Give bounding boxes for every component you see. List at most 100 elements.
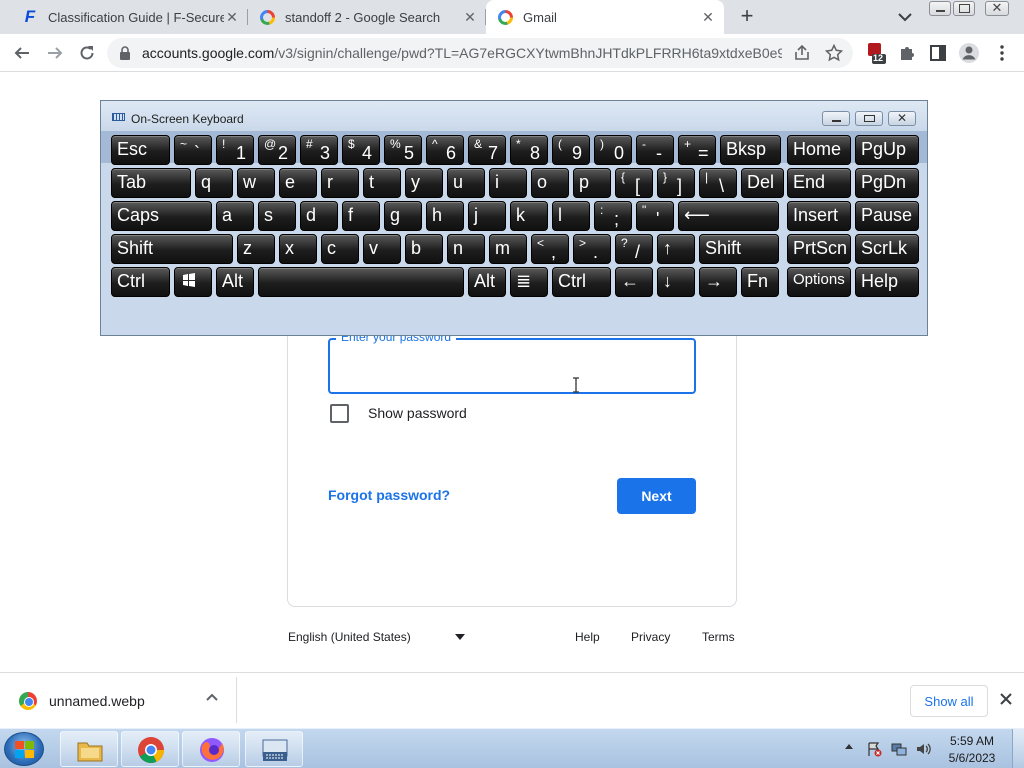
key-scrlk[interactable]: ScrLk	[855, 234, 919, 264]
tab-standoff-2-google-search[interactable]: standoff 2 - Google Search ✕	[248, 0, 486, 34]
clock-time[interactable]: 5:59 AM	[946, 734, 998, 748]
forgot-password-link[interactable]: Forgot password?	[328, 487, 450, 503]
forward-button[interactable]	[44, 42, 66, 64]
password-input[interactable]	[328, 338, 696, 394]
key-help[interactable]: Help	[855, 267, 919, 297]
key-i[interactable]: i	[489, 168, 527, 198]
chrome-menu-button[interactable]	[991, 42, 1013, 64]
key-prtscn[interactable]: PrtScn	[787, 234, 851, 264]
key-b[interactable]: b	[405, 234, 443, 264]
volume-icon[interactable]	[915, 741, 931, 757]
key-3[interactable]: #3	[300, 135, 338, 165]
key-esc[interactable]: Esc	[111, 135, 170, 165]
key-6[interactable]: ^ 6	[426, 135, 464, 165]
key-shift[interactable]: Shift	[699, 234, 779, 264]
back-button[interactable]	[11, 42, 33, 64]
extensions-button[interactable]	[896, 42, 918, 64]
key-pgdn[interactable]: PgDn	[855, 168, 919, 198]
address-bar[interactable]: accounts.google.com/v3/signin/challenge/…	[107, 38, 853, 68]
key-right-arrow[interactable]: →	[699, 267, 737, 297]
key-w[interactable]: w	[237, 168, 275, 198]
key-up-arrow[interactable]: ↑	[657, 234, 695, 264]
download-file-name[interactable]: unnamed.webp	[49, 693, 145, 709]
network-icon[interactable]	[891, 741, 907, 757]
key-e[interactable]: e	[279, 168, 317, 198]
show-hidden-icons-button[interactable]	[845, 744, 853, 749]
key--[interactable]: >.	[573, 234, 611, 264]
key-4[interactable]: $4	[342, 135, 380, 165]
key-d[interactable]: d	[300, 201, 338, 231]
chevron-up-icon[interactable]	[205, 690, 219, 704]
key-caps[interactable]: Caps	[111, 201, 212, 231]
window-close-button[interactable]: ✕	[985, 0, 1009, 16]
key-shift[interactable]: Shift	[111, 234, 233, 264]
key-fn[interactable]: Fn	[741, 267, 779, 297]
key-a[interactable]: a	[216, 201, 254, 231]
dropdown-arrow-icon[interactable]	[455, 634, 465, 640]
key-9[interactable]: (9	[552, 135, 590, 165]
key-options[interactable]: Options	[787, 267, 851, 297]
osk-restore-button[interactable]	[855, 111, 883, 126]
footer-terms-link[interactable]: Terms	[702, 630, 735, 644]
footer-help-link[interactable]: Help	[575, 630, 600, 644]
key-y[interactable]: y	[405, 168, 443, 198]
close-icon[interactable]: ✕	[224, 9, 240, 25]
bookmark-star-button[interactable]	[823, 42, 845, 64]
key-c[interactable]: c	[321, 234, 359, 264]
key-2[interactable]: @2	[258, 135, 296, 165]
show-password-label[interactable]: Show password	[368, 405, 467, 421]
key-g[interactable]: g	[384, 201, 422, 231]
close-icon[interactable]: ✕	[462, 9, 478, 25]
key-z[interactable]: z	[237, 234, 275, 264]
extension-fsecure-button[interactable]: 12	[865, 42, 887, 64]
window-restore-button[interactable]	[953, 1, 975, 16]
osk-titlebar[interactable]: On-Screen Keyboard ✕	[101, 101, 927, 131]
language-selector[interactable]: English (United States)	[288, 630, 411, 644]
window-minimize-button[interactable]	[929, 1, 951, 16]
key-1[interactable]: ! 1	[216, 135, 254, 165]
key-x[interactable]: x	[279, 234, 317, 264]
next-button[interactable]: Next	[617, 478, 696, 514]
key-0[interactable]: ) 0	[594, 135, 632, 165]
key-tab[interactable]: Tab	[111, 168, 191, 198]
key-q[interactable]: q	[195, 168, 233, 198]
key-del[interactable]: Del	[741, 168, 784, 198]
key-p[interactable]: p	[573, 168, 611, 198]
key--[interactable]: ~ `	[174, 135, 212, 165]
key-r[interactable]: r	[321, 168, 359, 198]
key-7[interactable]: & 7	[468, 135, 506, 165]
profile-button[interactable]	[958, 42, 980, 64]
key-l[interactable]: l	[552, 201, 590, 231]
on-screen-keyboard-taskbar-button[interactable]	[245, 731, 303, 767]
key-k[interactable]: k	[510, 201, 548, 231]
tab-gmail[interactable]: Gmail ✕	[486, 0, 724, 34]
key-5[interactable]: % 5	[384, 135, 422, 165]
key--[interactable]: {[	[615, 168, 653, 198]
key--[interactable]: + =	[678, 135, 716, 165]
key-bksp[interactable]: Bksp	[720, 135, 781, 165]
key-f[interactable]: f	[342, 201, 380, 231]
show-all-downloads-button[interactable]: Show all	[910, 685, 988, 717]
key-ctrl[interactable]: Ctrl	[111, 267, 170, 297]
key-enter[interactable]: ⟵	[678, 201, 779, 231]
close-icon[interactable]	[998, 691, 1014, 707]
action-center-flag-icon[interactable]	[866, 741, 882, 757]
tab-classification-guide-f-secure[interactable]: F Classification Guide | F-Secure ✕	[10, 0, 248, 34]
close-icon[interactable]: ✕	[700, 9, 716, 25]
tab-search-button[interactable]	[895, 8, 915, 26]
key-o[interactable]: o	[531, 168, 569, 198]
chrome-taskbar-button[interactable]	[121, 731, 179, 767]
key-context-menu[interactable]: ≣	[510, 267, 548, 297]
key-8[interactable]: * 8	[510, 135, 548, 165]
key--[interactable]: <,	[531, 234, 569, 264]
side-panel-button[interactable]	[927, 42, 949, 64]
key-left-arrow[interactable]: ←	[615, 267, 653, 297]
key-j[interactable]: j	[468, 201, 506, 231]
osk-minimize-button[interactable]	[822, 111, 850, 126]
share-button[interactable]	[791, 42, 813, 64]
key-alt[interactable]: Alt	[468, 267, 506, 297]
key-v[interactable]: v	[363, 234, 401, 264]
key-m[interactable]: m	[489, 234, 527, 264]
key-pgup[interactable]: PgUp	[855, 135, 919, 165]
footer-privacy-link[interactable]: Privacy	[631, 630, 670, 644]
